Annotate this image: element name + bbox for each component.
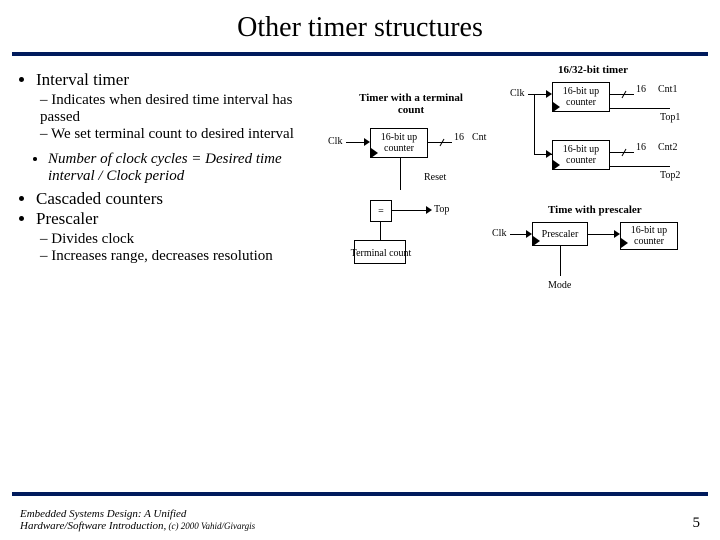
counter-box: 16-bit up counter [552, 140, 610, 170]
section-title: Timer with a terminal count [356, 92, 466, 116]
bullet-column: Interval timer Indicates when desired ti… [18, 70, 328, 273]
clock-triangle-icon [553, 102, 560, 112]
clock-triangle-icon [533, 236, 540, 246]
wire [400, 158, 401, 190]
top1-label: Top1 [660, 112, 680, 123]
slide-title: Other timer structures [0, 0, 720, 52]
bullet-l2: We set terminal count to desired interva… [40, 126, 328, 143]
clk-label: Clk [510, 88, 524, 99]
diagram-area: 16/32-bit timer Clk 16-bit up counter 16… [328, 70, 708, 273]
wire [610, 108, 670, 109]
counter-box: 16-bit up counter [620, 222, 678, 250]
counter-box: 16-bit up counter [370, 128, 428, 158]
clock-triangle-icon [621, 238, 628, 248]
bullet-l2: Increases range, decreases resolution [40, 248, 328, 265]
arrow-icon [426, 206, 432, 214]
top2-label: Top2 [660, 170, 680, 181]
clock-triangle-icon [371, 148, 378, 158]
wire [346, 142, 366, 143]
bullet-l3: Number of clock cycles = Desired time in… [48, 151, 328, 185]
content-area: Interval timer Indicates when desired ti… [0, 56, 720, 273]
wire [610, 166, 670, 167]
section-title: Time with prescaler [548, 204, 642, 216]
wire [560, 246, 561, 276]
cnt-label: Cnt [472, 132, 486, 143]
footer-rule [12, 492, 708, 496]
mode-label: Mode [548, 280, 571, 291]
footer: Embedded Systems Design: A Unified Hardw… [0, 508, 720, 532]
bus-width: 16 [636, 142, 646, 153]
bullet-l1: Prescaler [36, 209, 328, 229]
clock-triangle-icon [553, 160, 560, 170]
top-label: Top [434, 204, 449, 215]
clk-label: Clk [328, 136, 342, 147]
bus-width: 16 [454, 132, 464, 143]
cnt1-label: Cnt1 [658, 84, 677, 95]
clk-label: Clk [492, 228, 506, 239]
counter-box: 16-bit up counter [552, 82, 610, 112]
terminal-count-label: Terminal count [350, 248, 412, 259]
footer-credit: Embedded Systems Design: A Unified Hardw… [20, 508, 255, 532]
section-title: 16/32-bit timer [558, 64, 628, 76]
reset-label: Reset [424, 172, 446, 183]
comparator-box: = [370, 200, 392, 222]
bullet-l2: Indicates when desired time interval has… [40, 92, 328, 126]
wire [392, 210, 428, 211]
bullet-l2: Divides clock [40, 231, 328, 248]
wire [528, 94, 548, 95]
wire [380, 222, 381, 240]
wire [534, 94, 535, 154]
cnt2-label: Cnt2 [658, 142, 677, 153]
wire [588, 234, 616, 235]
bus-width: 16 [636, 84, 646, 95]
prescaler-box: Prescaler [532, 222, 588, 246]
page-number: 5 [693, 515, 701, 532]
bullet-l1: Interval timer [36, 70, 328, 90]
bullet-l1: Cascaded counters [36, 189, 328, 209]
